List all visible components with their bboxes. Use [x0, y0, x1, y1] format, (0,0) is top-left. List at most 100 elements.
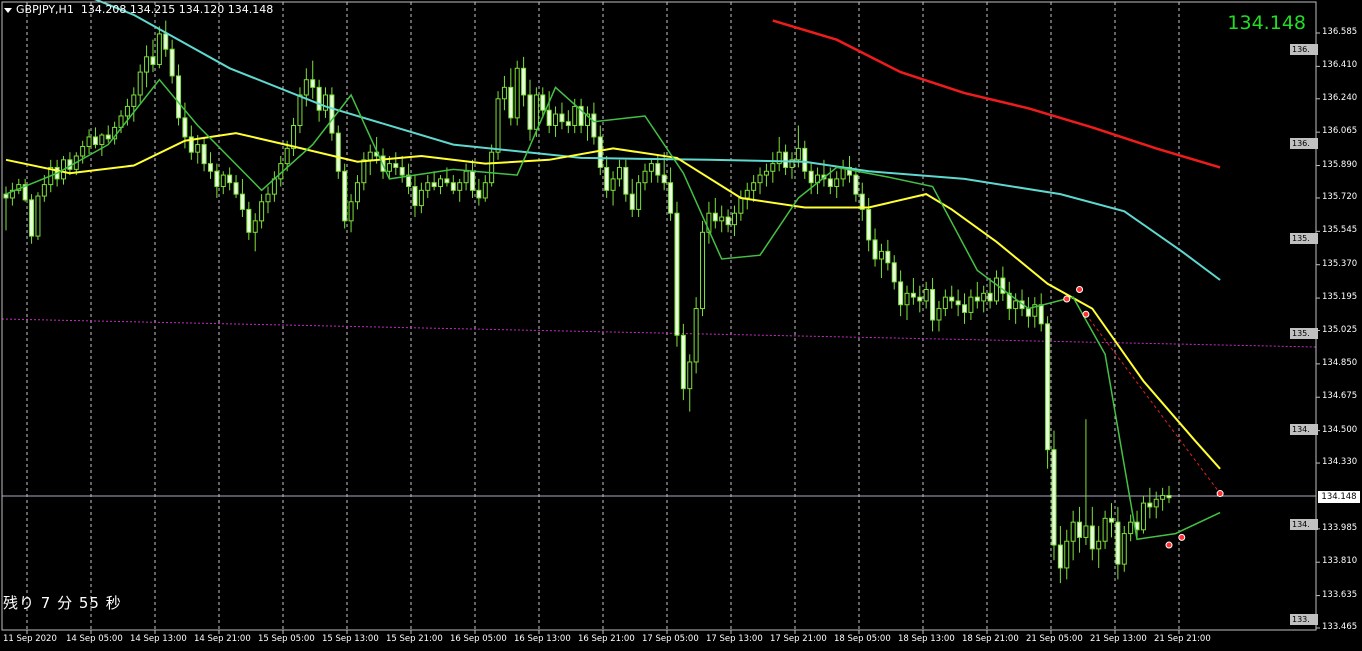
candle-body: [1045, 323, 1051, 451]
candle-body: [974, 296, 980, 302]
x-tick-label: 16 Sep 21:00: [578, 634, 635, 644]
candle-body: [559, 113, 565, 123]
candle-body: [802, 147, 808, 172]
candle-body: [252, 220, 258, 233]
candle-body: [438, 178, 444, 188]
x-tick-label: 21 Sep 13:00: [1090, 634, 1147, 644]
current-price-tag: 134.148: [1318, 491, 1360, 503]
candle-body: [731, 212, 737, 226]
candle-body: [993, 277, 999, 302]
candle-body: [604, 166, 610, 191]
candle-body: [744, 189, 750, 199]
candle-body: [386, 163, 392, 172]
candle-body: [348, 201, 354, 222]
candle-body: [1025, 308, 1031, 317]
candle-body: [642, 170, 648, 184]
level-tag: 133.: [1290, 614, 1318, 625]
candle-body: [450, 182, 456, 191]
x-tick-label: 17 Sep 05:00: [642, 634, 699, 644]
candle-body: [1147, 502, 1153, 508]
price-chart[interactable]: [0, 0, 1362, 651]
candle-body: [949, 296, 955, 302]
candle-body: [514, 67, 520, 119]
candle-body: [553, 113, 559, 126]
candle-body: [291, 124, 297, 149]
candles: [3, 20, 1172, 584]
candle-body: [1153, 498, 1159, 508]
candle-body: [1038, 304, 1044, 325]
level-tag: 135.: [1290, 233, 1318, 244]
y-tick-label: 136.410: [1322, 60, 1358, 71]
candle-body: [303, 79, 309, 96]
candle-body: [1115, 521, 1121, 565]
candle-body: [751, 182, 757, 191]
y-tick-label: 134.850: [1322, 357, 1358, 368]
candle-body: [80, 145, 86, 157]
candle-body: [687, 361, 693, 390]
candle-body: [661, 174, 667, 184]
candle-body: [712, 212, 718, 222]
y-tick-label: 133.465: [1322, 622, 1358, 632]
signal-marker: [1165, 541, 1173, 549]
signal-marker: [1076, 285, 1084, 293]
candle-body: [1064, 540, 1070, 569]
y-tick-label: 133.635: [1322, 589, 1358, 600]
x-tick-label: 14 Sep 21:00: [194, 634, 251, 644]
chart-window[interactable]: GBPJPY,H1 134.208 134.215 134.120 134.14…: [0, 0, 1362, 651]
dropdown-triangle-icon[interactable]: [4, 7, 12, 13]
candle-body: [930, 288, 936, 321]
candle-body: [99, 134, 105, 146]
x-tick-label: 18 Sep 21:00: [962, 634, 1019, 644]
candle-body: [827, 178, 833, 188]
candle-body: [795, 147, 801, 161]
candle-body: [616, 166, 622, 180]
x-tick-label: 14 Sep 13:00: [130, 634, 187, 644]
candle-body: [540, 94, 546, 111]
candle-body: [693, 308, 699, 363]
grid: [26, 2, 1180, 630]
candle-body: [323, 94, 329, 111]
candle-body: [156, 33, 162, 65]
candle-body: [738, 197, 744, 214]
candle-body: [35, 195, 41, 237]
y-tick-label: 133.810: [1322, 556, 1358, 567]
candle-body: [962, 304, 968, 313]
candle-body: [866, 208, 872, 241]
candle-body: [354, 182, 360, 203]
candle-body: [1013, 300, 1019, 310]
candle-body: [105, 134, 111, 140]
candle-body: [1160, 494, 1166, 500]
y-tick-label: 136.585: [1322, 27, 1358, 37]
candle-body: [393, 163, 399, 168]
symbol-timeframe: GBPJPY,H1: [16, 3, 74, 16]
candle-body: [92, 136, 98, 146]
candle-body: [629, 193, 635, 210]
candle-body: [131, 94, 137, 107]
signal-marker: [1082, 310, 1090, 318]
symbol-header[interactable]: GBPJPY,H1 134.208 134.215 134.120 134.14…: [4, 3, 273, 16]
candle-body: [636, 182, 642, 210]
candle-body: [533, 94, 539, 130]
candle-body: [527, 94, 533, 130]
resistance-level-line: [1, 318, 1317, 348]
candle-body: [239, 193, 245, 210]
x-tick-label: 17 Sep 21:00: [770, 634, 827, 644]
candle-body: [783, 151, 789, 168]
candle-body: [265, 193, 271, 203]
candle-body: [150, 56, 156, 65]
candle-body: [719, 216, 725, 222]
candle-body: [565, 121, 571, 126]
candle-body: [668, 182, 674, 214]
candle-body: [329, 94, 335, 134]
candle-body: [233, 182, 239, 195]
ma-long-line: [772, 19, 1221, 169]
level-tag: 134.: [1290, 424, 1318, 435]
candle-body: [144, 56, 150, 73]
x-tick-label: 18 Sep 13:00: [898, 634, 955, 644]
candle-body: [227, 174, 233, 184]
candle-body: [1051, 449, 1057, 546]
candle-body: [463, 170, 469, 184]
signal-marker: [1216, 490, 1224, 498]
candle-body: [1070, 521, 1076, 542]
candle-body: [297, 94, 303, 126]
